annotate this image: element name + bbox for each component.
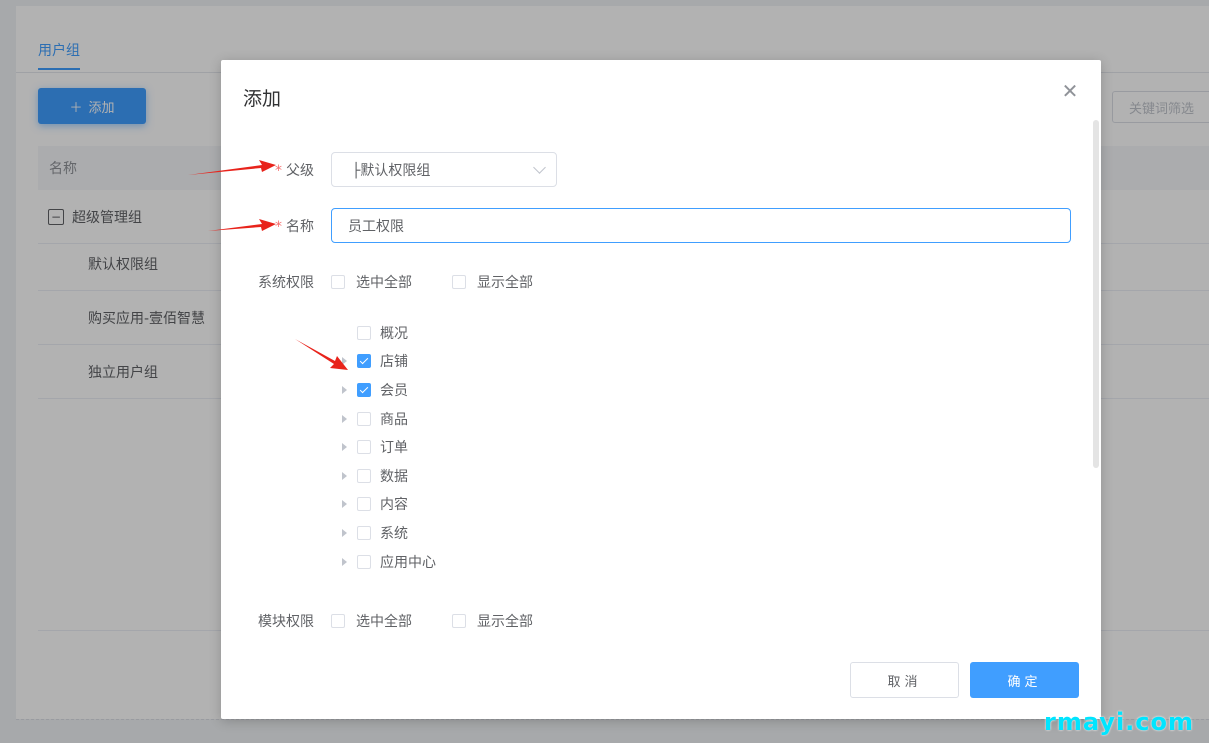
caret-right-icon[interactable]	[339, 525, 353, 541]
required-asterisk: *	[275, 219, 282, 235]
tree-item-goods[interactable]: 商品	[339, 409, 408, 429]
parent-label: * 父级	[275, 160, 314, 180]
system-select-all-label: 选中全部	[356, 275, 412, 291]
name-label: * 名称	[275, 216, 314, 236]
checkbox-icon[interactable]	[357, 526, 371, 540]
tree-item-label: 店铺	[380, 354, 408, 370]
tree-item-content[interactable]: 内容	[339, 494, 408, 514]
tree-item-label: 数据	[380, 469, 408, 485]
system-show-all-checkbox[interactable]: 显示全部	[452, 272, 533, 292]
caret-right-icon[interactable]	[339, 496, 353, 512]
tree-item-overview[interactable]: 概况	[339, 323, 408, 343]
tree-item-orders[interactable]: 订单	[339, 437, 408, 457]
tree-item-data[interactable]: 数据	[339, 466, 408, 486]
module-permission-label: 模块权限	[258, 614, 314, 630]
tree-item-label: 概况	[380, 326, 408, 342]
tree-item-system[interactable]: 系统	[339, 523, 408, 543]
checkbox-icon	[452, 614, 466, 628]
name-input[interactable]: 员工权限	[331, 208, 1071, 243]
checkbox-icon[interactable]	[357, 326, 371, 340]
caret-right-icon[interactable]	[339, 554, 353, 570]
system-permission-label: 系统权限	[258, 275, 314, 291]
system-select-all-checkbox[interactable]: 选中全部	[331, 272, 412, 292]
tree-item-label: 应用中心	[380, 555, 436, 571]
tree-item-store[interactable]: 店铺	[339, 351, 408, 371]
parent-select-value: ├默认权限组	[352, 162, 431, 179]
module-select-all-checkbox[interactable]: 选中全部	[331, 611, 412, 631]
checkbox-icon	[331, 275, 345, 289]
required-asterisk: *	[275, 163, 282, 179]
dialog-scrollbar[interactable]	[1093, 120, 1099, 468]
system-show-all-label: 显示全部	[477, 275, 533, 291]
module-select-all-label: 选中全部	[356, 614, 412, 630]
checkbox-icon[interactable]	[357, 440, 371, 454]
checkbox-checked-icon[interactable]	[357, 354, 371, 368]
caret-right-icon[interactable]	[339, 468, 353, 484]
checkbox-icon[interactable]	[357, 497, 371, 511]
module-show-all-checkbox[interactable]: 显示全部	[452, 611, 533, 631]
name-label-text: 名称	[286, 219, 314, 235]
add-dialog: 添加 ✕ * 父级 ├默认权限组 * 名称 员工权限 系统权限 选中全部 显示全部 …	[221, 60, 1101, 719]
chevron-down-icon	[533, 161, 546, 174]
dialog-title: 添加	[243, 88, 282, 110]
checkbox-icon[interactable]	[357, 469, 371, 483]
tree-item-label: 会员	[380, 383, 408, 399]
parent-select[interactable]: ├默认权限组	[331, 152, 557, 187]
checkbox-icon[interactable]	[357, 412, 371, 426]
close-icon[interactable]: ✕	[1061, 81, 1079, 101]
checkbox-icon[interactable]	[357, 555, 371, 569]
checkbox-icon	[452, 275, 466, 289]
caret-right-icon[interactable]	[339, 353, 353, 369]
parent-label-text: 父级	[286, 163, 314, 179]
confirm-button[interactable]: 确定	[970, 662, 1079, 698]
checkbox-icon	[331, 614, 345, 628]
module-show-all-label: 显示全部	[477, 614, 533, 630]
caret-right-icon[interactable]	[339, 411, 353, 427]
tree-item-app-center[interactable]: 应用中心	[339, 552, 436, 572]
tree-item-label: 订单	[380, 440, 408, 456]
tree-item-label: 系统	[380, 526, 408, 542]
caret-right-icon[interactable]	[339, 382, 353, 398]
tree-item-label: 商品	[380, 412, 408, 428]
cancel-button[interactable]: 取消	[850, 662, 959, 698]
caret-right-icon[interactable]	[339, 439, 353, 455]
watermark: rmayi.com	[1044, 708, 1195, 736]
tree-item-member[interactable]: 会员	[339, 380, 408, 400]
name-input-value: 员工权限	[348, 218, 404, 235]
tree-item-label: 内容	[380, 497, 408, 513]
checkbox-checked-icon[interactable]	[357, 383, 371, 397]
